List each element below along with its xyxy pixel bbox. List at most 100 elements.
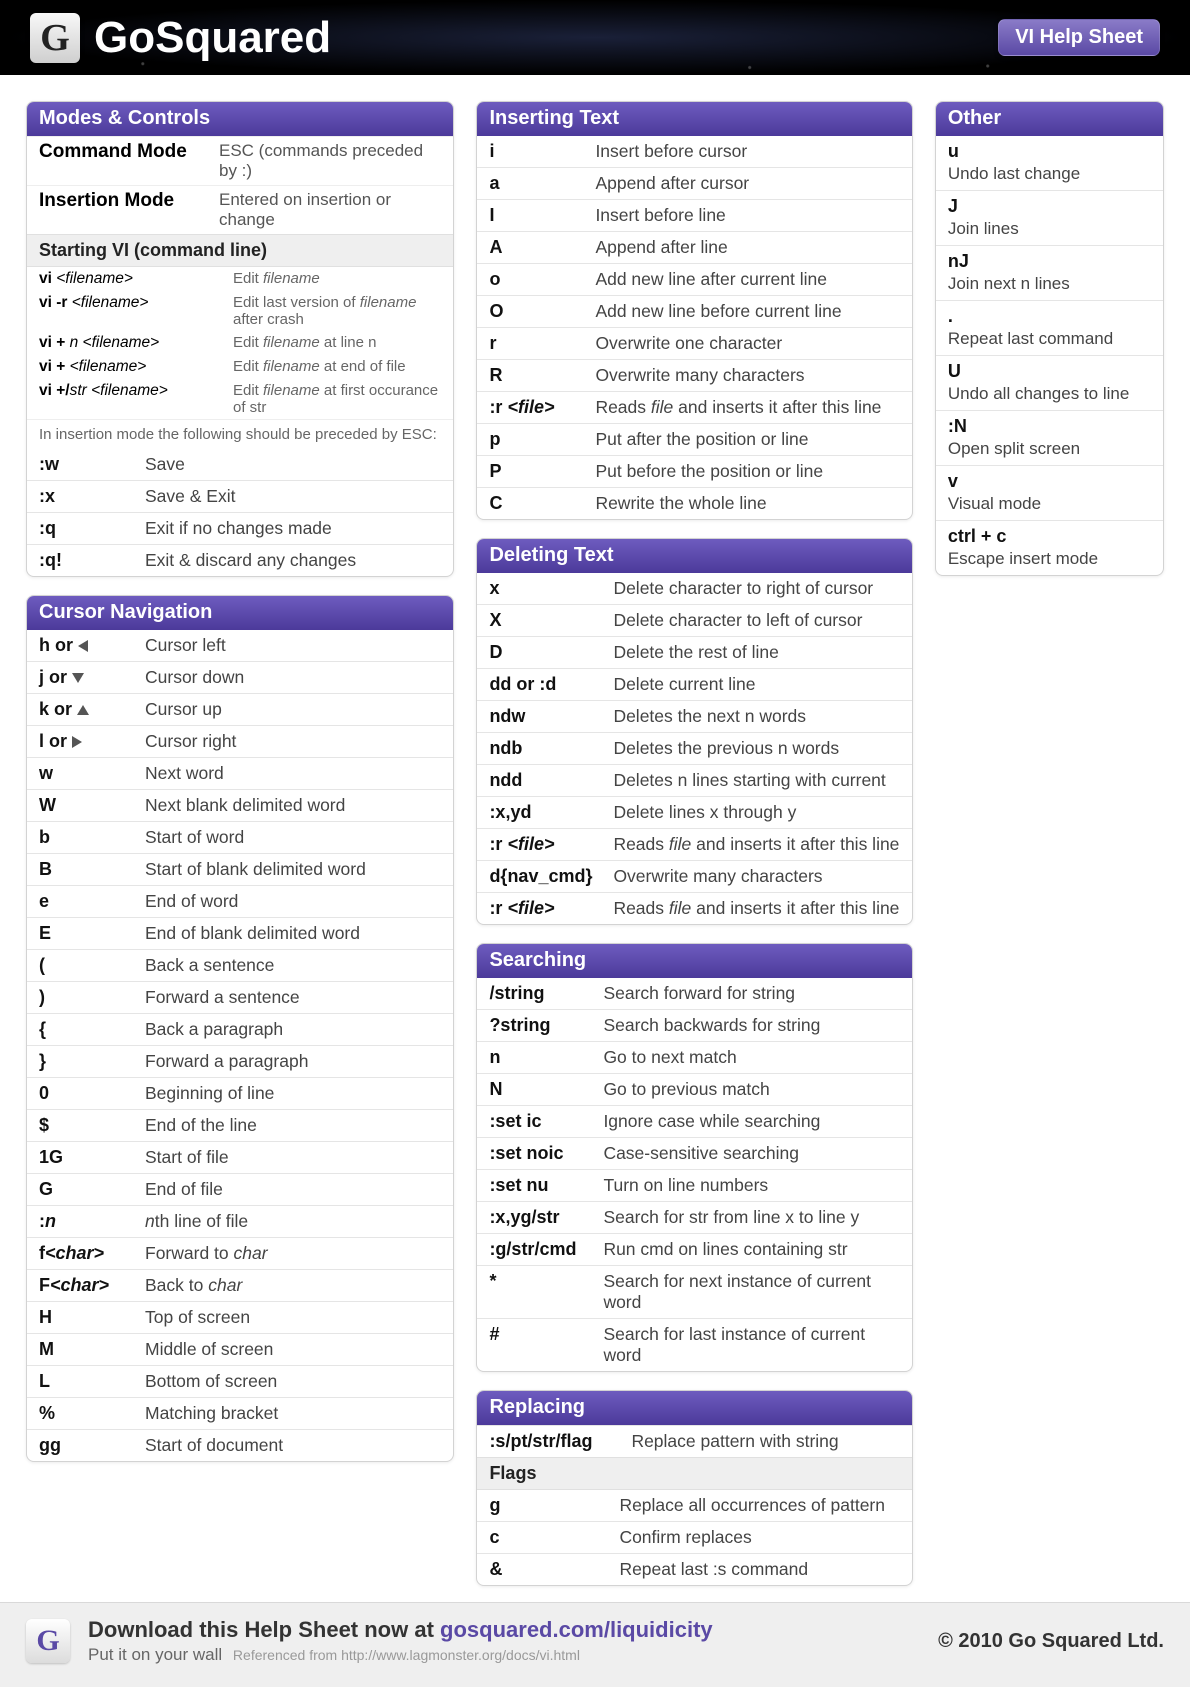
key: w [39,763,135,784]
cli-row: vi + n <filename>Edit filename at line n [27,331,453,355]
cli-cmd: vi -r <filename> [39,294,219,328]
key: :x [39,486,135,507]
download-prefix: Download this Help Sheet now at [88,1617,440,1642]
table-row: %Matching bracket [27,1397,453,1429]
desc: Join next n lines [948,274,1070,294]
key: ( [39,955,135,976]
table-row: k or Cursor up [27,693,453,725]
table-row: :qExit if no changes made [27,512,453,544]
desc: Start of word [145,827,441,848]
key: { [39,1019,135,1040]
key: J [948,196,1036,217]
header: G GoSquared VI Help Sheet [0,0,1190,75]
table-row: &Repeat last :s command [477,1553,911,1585]
key: u [948,141,1036,162]
key: :N [948,416,1036,437]
desc: Search forward for string [603,983,899,1004]
key: i [489,141,585,162]
table-row: )Forward a sentence [27,981,453,1013]
key: :set noic [489,1143,593,1164]
search-rows: /stringSearch forward for string?stringS… [477,978,911,1371]
desc: Deletes n lines starting with current [613,770,899,791]
key: W [39,795,135,816]
table-row: /stringSearch forward for string [477,978,911,1009]
table-row: oAdd new line after current line [477,263,911,295]
card-inserting-text: Inserting Text iInsert before cursoraApp… [476,101,912,520]
key: a [489,173,585,194]
desc: Reads file and inserts it after this lin… [595,397,899,418]
table-row: :q!Exit & discard any changes [27,544,453,576]
cli-cmd: vi +/str <filename> [39,382,219,416]
desc: Forward a paragraph [145,1051,441,1072]
desc: Repeat last command [948,329,1113,349]
cli-row: vi <filename>Edit filename [27,267,453,291]
card-title: Searching [477,944,911,978]
key: X [489,610,603,631]
desc: Undo last change [948,164,1080,184]
desc: Overwrite many characters [613,866,899,887]
key: :r <file> [489,834,603,855]
key: :w [39,454,135,475]
table-row: nGo to next match [477,1041,911,1073]
desc: Search for next instance of current word [603,1271,899,1313]
download-link[interactable]: gosquared.com/liquidicity [440,1617,713,1642]
table-row: c Confirm replaces [477,1521,911,1553]
key: e [39,891,135,912]
key: F<char> [39,1275,135,1296]
subheading: Starting VI (command line) [27,234,453,267]
footer-text: Download this Help Sheet now at gosquare… [88,1617,920,1665]
table-row: XDelete character to left of cursor [477,604,911,636]
table-row: d{nav_cmd}Overwrite many characters [477,860,911,892]
table-row: h or Cursor left [27,630,453,661]
key: L [39,1371,135,1392]
desc: Deletes the previous n words [613,738,899,759]
key: n [489,1047,593,1068]
key: 1G [39,1147,135,1168]
key: A [489,237,585,258]
key: R [489,365,585,386]
key: b [39,827,135,848]
card-title: Other [936,102,1163,136]
key: $ [39,1115,135,1136]
desc: Forward to char [145,1243,441,1264]
table-row: BStart of blank delimited word [27,853,453,885]
desc: Delete character to right of cursor [613,578,899,599]
key: k or [39,699,135,720]
mode-key: Insertion Mode [39,190,209,230]
desc: Delete current line [613,674,899,695]
desc: Repeat last :s command [619,1559,899,1580]
footer: G Download this Help Sheet now at gosqua… [0,1602,1190,1687]
table-row: :g/str/cmdRun cmd on lines containing st… [477,1233,911,1265]
key: ) [39,987,135,1008]
key: U [948,361,1036,382]
table-row: gReplace all occurrences of pattern [477,1490,911,1521]
table-row: pPut after the position or line [477,423,911,455]
desc: Delete the rest of line [613,642,899,663]
table-row: 1GStart of file [27,1141,453,1173]
gosquared-logo-icon: G [30,13,80,63]
key: :x,yg/str [489,1207,593,1228]
key: p [489,429,585,450]
key: c [489,1527,609,1548]
desc: Add new line before current line [595,301,899,322]
key: B [39,859,135,880]
card-title: Modes & Controls [27,102,453,136]
table-row: nJJoin next n lines [936,245,1163,300]
key: r [489,333,585,354]
table-row: aAppend after cursor [477,167,911,199]
other-rows: uUndo last changeJJoin linesnJJoin next … [936,136,1163,575]
arrow-r-icon [72,736,82,748]
card-title: Cursor Navigation [27,596,453,630]
table-row: dd or :dDelete current line [477,668,911,700]
key: nJ [948,251,1036,272]
table-row: DDelete the rest of line [477,636,911,668]
desc: Cursor down [145,667,441,688]
desc: End of file [145,1179,441,1200]
desc: Confirm replaces [619,1527,899,1548]
brand: G GoSquared [30,13,331,63]
key: gg [39,1435,135,1456]
key: % [39,1403,135,1424]
desc: Turn on line numbers [603,1175,899,1196]
key: . [948,306,1036,327]
arrow-u-icon [77,705,89,715]
